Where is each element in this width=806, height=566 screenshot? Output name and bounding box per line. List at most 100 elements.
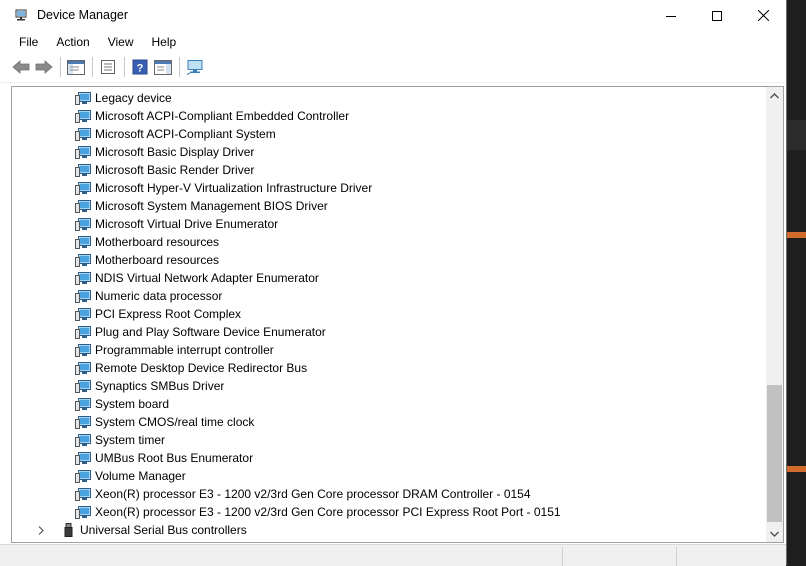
title-bar: Device Manager [0,0,786,31]
device-label: Microsoft Basic Display Driver [95,145,255,159]
back-icon [12,60,30,74]
device-item[interactable]: Xeon(R) processor E3 - 1200 v2/3rd Gen C… [75,503,561,521]
device-label: System timer [95,433,166,447]
system-device-icon [75,236,91,249]
device-label: Motherboard resources [95,235,220,249]
device-label: Volume Manager [95,469,186,483]
system-device-icon [75,146,91,159]
scrollbar-thumb[interactable] [767,385,782,522]
action-pane-button[interactable] [152,56,174,78]
system-device-icon [75,164,91,177]
scan-hardware-changes-icon [186,60,203,75]
properties-icon [101,60,115,74]
device-item[interactable]: Microsoft Basic Display Driver [75,143,254,161]
category-universal-serial-bus-controllers[interactable]: Universal Serial Bus controllers [36,521,247,539]
device-item[interactable]: Microsoft Hyper-V Virtualization Infrast… [75,179,372,197]
device-label: Microsoft System Management BIOS Driver [95,199,328,213]
system-device-icon [75,362,91,375]
device-tree-panel: Legacy device Microsoft ACPI-Compliant Em… [11,86,784,543]
device-item[interactable]: PCI Express Root Complex [75,305,241,323]
device-label: Programmable interrupt controller [95,343,274,357]
device-item[interactable]: Plug and Play Software Device Enumerator [75,323,326,341]
device-item[interactable]: System board [75,395,169,413]
device-label: Remote Desktop Device Redirector Bus [95,361,308,375]
device-item[interactable]: Motherboard resources [75,251,219,269]
action-pane-icon [154,59,172,75]
system-device-icon [75,272,91,285]
device-label: Microsoft Hyper-V Virtualization Infrast… [95,181,373,195]
background-strip [784,120,806,150]
close-icon [757,10,769,21]
toolbar-separator [179,57,180,77]
device-item[interactable]: Microsoft ACPI-Compliant System [75,125,276,143]
menu-action[interactable]: Action [47,33,98,51]
system-device-icon [75,92,91,105]
device-label: Microsoft ACPI-Compliant System [95,127,276,141]
device-label: System CMOS/real time clock [95,415,255,429]
properties-button[interactable] [97,56,119,78]
device-item[interactable]: Synaptics SMBus Driver [75,377,224,395]
menu-file[interactable]: File [10,33,47,51]
category-label: Universal Serial Bus controllers [80,523,247,537]
device-item[interactable]: System timer [75,431,165,449]
system-device-icon [75,452,91,465]
help-button[interactable]: ? [129,56,151,78]
show-hide-console-tree-icon [67,59,85,75]
toolbar-separator [92,57,93,77]
svg-text:?: ? [137,63,144,75]
show-hide-console-tree-button[interactable] [65,56,87,78]
device-label: Numeric data processor [95,289,223,303]
toolbar-separator [60,57,61,77]
device-label: Motherboard resources [95,253,220,267]
device-item[interactable]: Microsoft Basic Render Driver [75,161,254,179]
device-item[interactable]: Microsoft Virtual Drive Enumerator [75,215,278,233]
scroll-up-button[interactable] [766,87,783,104]
system-device-icon [75,434,91,447]
expand-chevron-icon[interactable] [36,525,46,535]
device-item[interactable]: Legacy device [75,89,172,107]
device-item[interactable]: Microsoft System Management BIOS Driver [75,197,328,215]
system-device-icon [75,254,91,267]
device-label: Synaptics SMBus Driver [95,379,225,393]
close-button[interactable] [740,0,786,31]
system-device-icon [75,398,91,411]
scan-hardware-changes-button[interactable] [184,56,206,78]
menu-bar: File Action View Help [0,31,786,52]
device-label: Microsoft Basic Render Driver [95,163,255,177]
system-device-icon [75,470,91,483]
minimize-icon [666,15,676,17]
menu-view[interactable]: View [99,33,143,51]
device-item[interactable]: Xeon(R) processor E3 - 1200 v2/3rd Gen C… [75,485,531,503]
toolbar-separator [124,57,125,77]
device-item[interactable]: System CMOS/real time clock [75,413,254,431]
forward-button[interactable] [33,56,55,78]
device-item[interactable]: NDIS Virtual Network Adapter Enumerator [75,269,319,287]
system-device-icon [75,200,91,213]
device-item[interactable]: Numeric data processor [75,287,222,305]
device-item[interactable]: Programmable interrupt controller [75,341,274,359]
device-label: UMBus Root Bus Enumerator [95,451,254,465]
menu-help[interactable]: Help [143,33,186,51]
status-segment [676,547,677,566]
vertical-scrollbar[interactable] [766,87,783,542]
maximize-button[interactable] [694,0,740,31]
minimize-button[interactable] [648,0,694,31]
device-item[interactable]: Microsoft ACPI-Compliant Embedded Contro… [75,107,349,125]
device-item[interactable]: UMBus Root Bus Enumerator [75,449,253,467]
system-device-icon [75,128,91,141]
maximize-icon [712,10,722,21]
device-tree: Legacy device Microsoft ACPI-Compliant Em… [12,87,766,542]
device-label: Plug and Play Software Device Enumerator [95,325,326,339]
system-device-icon [75,290,91,303]
scroll-down-button[interactable] [766,525,783,542]
toolbar: ? [0,52,786,83]
back-button[interactable] [10,56,32,78]
device-item[interactable]: Volume Manager [75,467,186,485]
device-item[interactable]: Motherboard resources [75,233,219,251]
chevron-down-icon [770,531,779,537]
device-label: System board [95,397,170,411]
system-device-icon [75,416,91,429]
device-label: Legacy device [95,91,172,105]
forward-icon [35,60,53,74]
device-item[interactable]: Remote Desktop Device Redirector Bus [75,359,307,377]
